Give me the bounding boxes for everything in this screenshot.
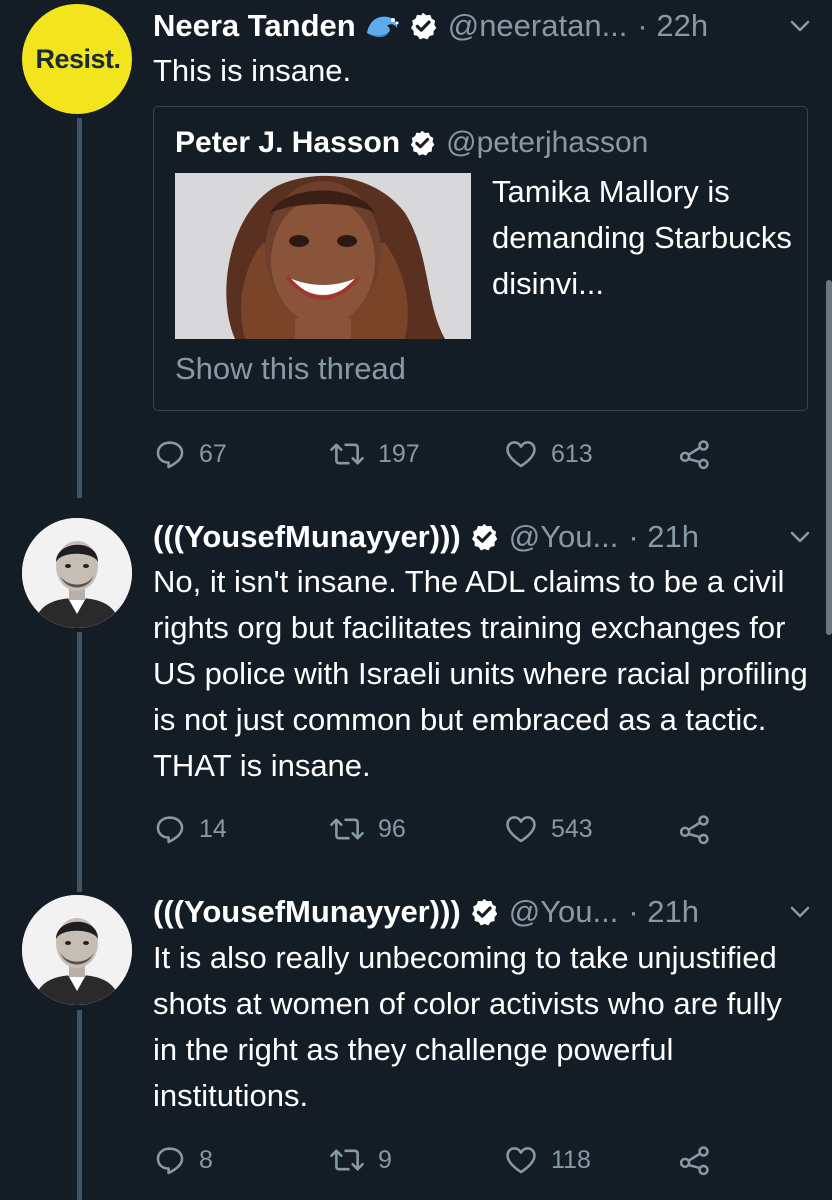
share-button[interactable] xyxy=(678,434,712,474)
timestamp[interactable]: · 22h xyxy=(637,8,708,44)
author-handle[interactable]: @neeratan... xyxy=(448,8,628,44)
quoted-tweet-header: Peter J. Hasson @peterjhasson xyxy=(175,123,648,163)
chevron-down-icon[interactable] xyxy=(788,525,812,549)
tweet-header: (((YousefMunayyer))) @You... · 21h xyxy=(153,515,812,559)
timestamp[interactable]: · 21h xyxy=(628,519,699,555)
share-button[interactable] xyxy=(678,1140,712,1180)
scrollbar[interactable] xyxy=(826,280,832,635)
like-button[interactable]: 613 xyxy=(503,434,593,474)
reply-icon xyxy=(153,437,187,471)
author-name[interactable]: (((YousefMunayyer))) xyxy=(153,519,461,555)
thread-line xyxy=(77,1010,82,1200)
quoted-tweet-card[interactable]: Peter J. Hasson @peterjhasson Tamika Mal… xyxy=(153,106,808,411)
retweet-button[interactable]: 96 xyxy=(328,809,406,849)
like-button[interactable]: 543 xyxy=(503,809,593,849)
verified-badge-icon xyxy=(408,129,436,157)
reply-count: 67 xyxy=(199,439,227,468)
avatar[interactable] xyxy=(22,895,132,1005)
retweet-count: 96 xyxy=(378,814,406,843)
retweet-count: 197 xyxy=(378,439,420,468)
reply-button[interactable]: 67 xyxy=(153,434,227,474)
reply-button[interactable]: 14 xyxy=(153,809,227,849)
share-button[interactable] xyxy=(678,809,712,849)
show-thread-link[interactable]: Show this thread xyxy=(175,351,406,387)
quoted-author-name: Peter J. Hasson xyxy=(175,126,401,159)
retweet-button[interactable]: 197 xyxy=(328,434,420,474)
retweet-icon xyxy=(328,812,366,846)
heart-icon xyxy=(503,437,539,471)
chevron-down-icon[interactable] xyxy=(788,14,812,38)
share-icon xyxy=(678,812,712,846)
wave-emoji-icon xyxy=(364,11,400,41)
like-count: 543 xyxy=(551,814,593,843)
tweet-actions: 14 96 543 xyxy=(153,809,713,849)
verified-badge-icon xyxy=(408,11,438,41)
like-button[interactable]: 118 xyxy=(503,1140,591,1180)
reply-icon xyxy=(153,1143,187,1177)
quoted-author-handle: @peterjhasson xyxy=(446,126,649,159)
retweet-icon xyxy=(328,1143,366,1177)
tweet-header: Neera Tanden @neeratan... · 22h xyxy=(153,4,812,48)
share-icon xyxy=(678,1143,712,1177)
like-count: 118 xyxy=(551,1145,591,1174)
retweet-button[interactable]: 9 xyxy=(328,1140,392,1180)
reply-count: 8 xyxy=(199,1145,213,1174)
reply-count: 14 xyxy=(199,814,227,843)
tweet-text: No, it isn't insane. The ADL claims to b… xyxy=(153,564,808,783)
timestamp[interactable]: · 21h xyxy=(628,894,699,930)
author-handle[interactable]: @You... xyxy=(509,894,619,930)
tweet-text: It is also really unbecoming to take unj… xyxy=(153,940,782,1113)
heart-icon xyxy=(503,1143,539,1177)
author-name[interactable]: (((YousefMunayyer))) xyxy=(153,894,461,930)
author-handle[interactable]: @You... xyxy=(509,519,619,555)
verified-badge-icon xyxy=(469,897,499,927)
author-name[interactable]: Neera Tanden xyxy=(153,8,356,44)
retweet-icon xyxy=(328,437,366,471)
verified-badge-icon xyxy=(469,522,499,552)
reply-icon xyxy=(153,812,187,846)
heart-icon xyxy=(503,812,539,846)
thread-line xyxy=(77,118,82,498)
chevron-down-icon[interactable] xyxy=(788,900,812,924)
tweet-actions: 8 9 118 xyxy=(153,1140,713,1180)
share-icon xyxy=(678,437,712,471)
avatar-text: Resist. xyxy=(35,43,121,74)
tweet-text: This is insane. xyxy=(153,53,352,88)
quoted-tweet-text: Tamika Mallory is demanding Starbucks di… xyxy=(492,174,792,301)
avatar[interactable]: Resist. xyxy=(22,4,132,114)
tweet-header: (((YousefMunayyer))) @You... · 21h xyxy=(153,890,812,934)
retweet-count: 9 xyxy=(378,1145,392,1174)
like-count: 613 xyxy=(551,439,593,468)
quoted-tweet-image[interactable] xyxy=(175,173,471,339)
avatar[interactable] xyxy=(22,518,132,628)
reply-button[interactable]: 8 xyxy=(153,1140,213,1180)
thread-line xyxy=(77,632,82,892)
tweet-actions: 67 197 613 xyxy=(153,434,713,474)
